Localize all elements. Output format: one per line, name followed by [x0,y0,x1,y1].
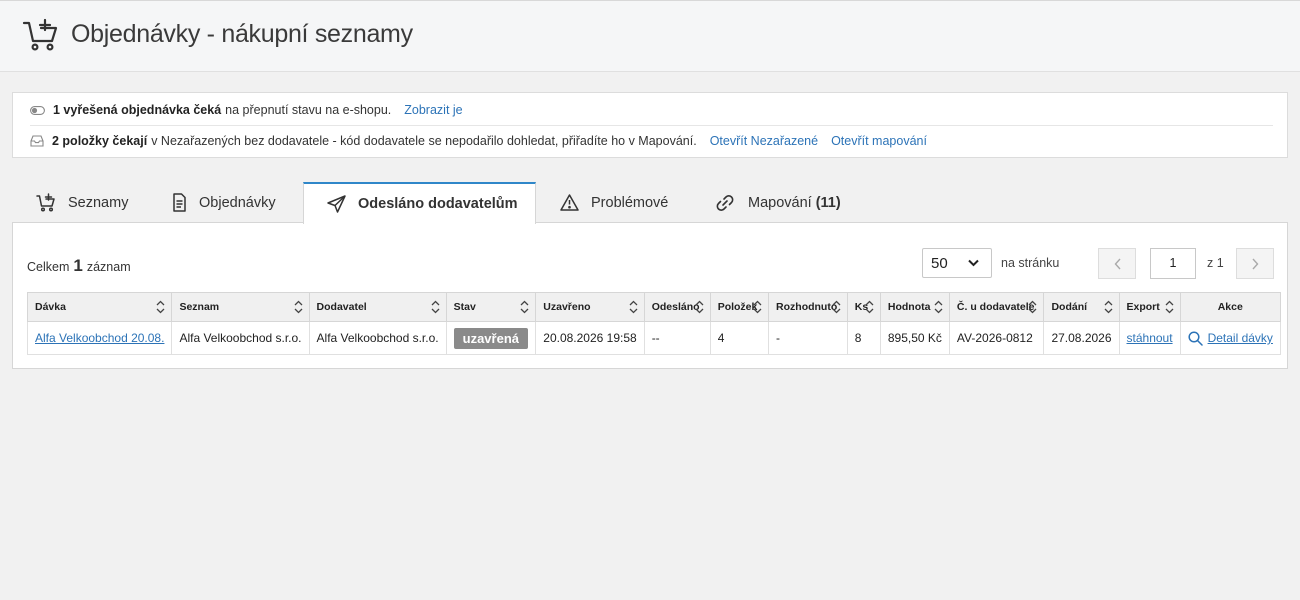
cell-hodnota: 895,50 Kč [879,321,950,355]
tab-objednavky[interactable]: Objednávky [172,182,276,223]
notice-text: na přepnutí stavu na e-shopu. [225,103,392,117]
tab-odeslano-dodavatelum[interactable]: Odesláno dodavatelům [303,182,536,224]
sort-icon [1104,300,1112,314]
col-header-dodani[interactable]: Dodání [1043,292,1120,322]
batch-detail-link[interactable]: Detail dávky [1188,330,1273,346]
cell-dodani: 27.08.2026 [1043,321,1120,355]
tab-mapovani[interactable]: Mapování (11) [714,182,841,223]
sort-icon [934,300,943,314]
sort-icon [1028,300,1037,314]
sort-icon [1165,300,1174,314]
per-page-value: 50 [931,254,948,272]
cell-rozhodnuto: - [768,321,848,355]
download-link[interactable]: stáhnout [1127,331,1173,345]
status-badge: uzavřená [453,327,528,349]
prev-page-button[interactable] [1098,248,1136,279]
cell-odeslano: -- [643,321,711,355]
notices-box: 1 vyřešená objednávka čeká na přepnutí s… [12,92,1288,158]
cell-uzavreno: 20.08.2026 19:58 [535,321,645,355]
cell-export: stáhnout [1118,321,1181,355]
chevron-left-icon [1114,258,1121,269]
col-header-uzavreno[interactable]: Uzavřeno [535,292,645,322]
paper-plane-icon [327,195,346,213]
cart-plus-icon [22,17,60,53]
tab-label: Odesláno dodavatelům [358,196,518,212]
col-header-hodnota[interactable]: Hodnota [879,292,950,322]
mapping-count-badge: (11) [815,194,841,211]
notice-bold: 2 položky čekají [52,134,148,148]
record-count: Celkem 1 záznam [27,256,131,276]
notice-pending-order: 1 vyřešená objednávka čeká na přepnutí s… [30,101,463,119]
cell-stav: uzavřená [445,321,537,355]
show-them-link[interactable]: Zobrazit je [404,103,462,117]
magnifier-icon [1188,330,1203,346]
table-header-row: Dávka Seznam Dodavatel Stav Uzavřeno Ode… [26,292,1282,322]
table-row: Alfa Velkoobchod 20.08. Alfa Velkoobchod… [26,321,1282,355]
warning-icon [560,194,579,211]
col-header-export[interactable]: Export [1118,292,1181,322]
link-icon [716,194,734,211]
tab-label: Objednávky [199,194,276,211]
cell-davka: Alfa Velkoobchod 20.08. [26,321,173,355]
col-header-rozhodnuto[interactable]: Rozhodnuto [768,292,848,322]
sort-icon [520,300,529,314]
sort-icon [832,300,841,314]
detail-label: Detail dávky [1207,331,1273,345]
document-icon [173,193,186,212]
batches-table: Dávka Seznam Dodavatel Stav Uzavřeno Ode… [26,292,1282,355]
open-unassigned-link[interactable]: Otevřít Nezařazené [710,134,818,148]
tab-seznamy[interactable]: Seznamy [36,182,128,223]
sort-icon [865,300,874,314]
col-header-davka[interactable]: Dávka [26,292,173,322]
cell-cislo-dodavatele: AV-2026-0812 [948,321,1045,355]
sort-icon [156,300,165,314]
total-count: 1 [73,256,83,275]
cell-ks: 8 [846,321,881,355]
chevron-down-icon [968,259,979,267]
tab-bar: Seznamy Objednávky Odesláno dodavatelům … [12,182,1288,224]
sort-icon [695,300,704,314]
col-header-polozek[interactable]: Položek [709,292,770,322]
col-header-ks[interactable]: Ks [846,292,881,322]
page-header: Objednávky - nákupní seznamy [0,0,1300,72]
batch-link[interactable]: Alfa Velkoobchod 20.08. [35,331,164,345]
col-header-stav[interactable]: Stav [445,292,537,322]
chevron-right-icon [1251,258,1258,269]
notice-text: v Nezařazených bez dodavatele - kód doda… [151,134,697,148]
sort-icon [431,300,440,314]
col-header-cislo-dodavatele[interactable]: Č. u dodavatele [948,292,1045,322]
sort-icon [629,300,638,314]
cart-icon [36,193,55,212]
cell-dodavatel: Alfa Velkoobchod s.r.o. [308,321,447,355]
col-header-akce: Akce [1179,292,1282,322]
cell-seznam: Alfa Velkoobchod s.r.o. [171,321,310,355]
cell-akce: Detail dávky [1179,321,1282,355]
tab-label: Problémové [591,194,669,211]
tab-label: Seznamy [68,194,129,211]
sort-icon [294,300,302,314]
tab-label: Mapování [748,194,812,211]
col-header-odeslano[interactable]: Odesláno [643,292,711,322]
col-header-seznam[interactable]: Seznam [171,292,310,322]
tab-problemove[interactable]: Problémové [560,182,668,223]
per-page-select[interactable]: 50 [922,248,992,278]
next-page-button[interactable] [1236,248,1274,279]
inbox-icon [30,135,44,147]
notice-bold: 1 vyřešená objednávka čeká [53,103,222,117]
total-suffix: záznam [86,260,131,274]
results-panel: Celkem 1 záznam 50 na stránku 1 z 1 Dávk… [12,222,1288,369]
col-header-dodavatel[interactable]: Dodavatel [308,292,447,322]
sort-icon [753,300,762,314]
cell-polozek: 4 [709,321,770,355]
total-prefix: Celkem [27,260,70,274]
per-page-label: na stránku [1001,256,1060,270]
open-mapping-link[interactable]: Otevřít mapování [831,134,927,148]
page-total-label: z 1 [1207,256,1224,270]
toggle-icon [30,105,45,115]
page-number-input[interactable]: 1 [1150,248,1196,279]
notice-unassigned-items: 2 položky čekají v Nezařazených bez doda… [30,132,927,150]
notice-divider [30,125,1273,126]
page-title: Objednávky - nákupní seznamy [71,20,413,48]
